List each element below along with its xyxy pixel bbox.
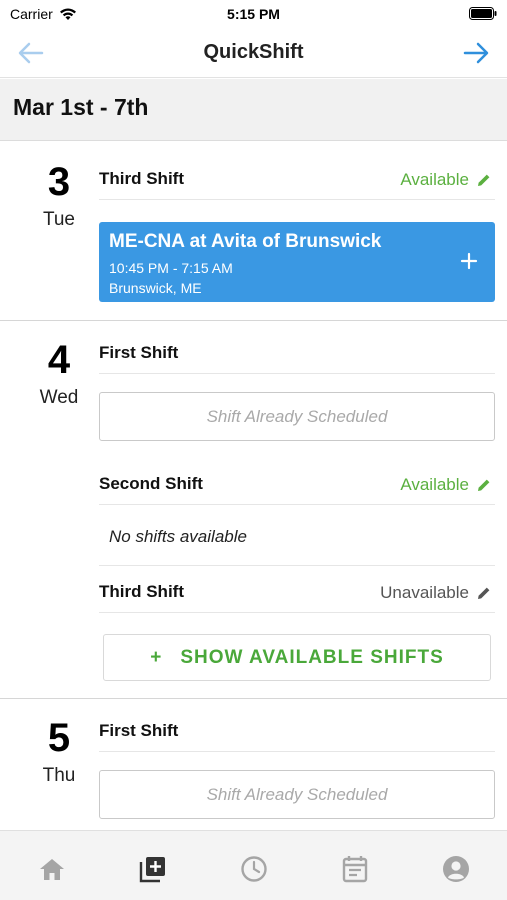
tab-bar — [0, 830, 507, 900]
add-shift-icon — [139, 857, 165, 883]
tab-history[interactable] — [238, 853, 270, 885]
home-icon — [40, 859, 64, 880]
account-icon — [443, 856, 469, 882]
availability-label: Available — [400, 475, 469, 494]
battery-icon — [469, 7, 497, 20]
job-card[interactable]: ME-CNA at Avita of Brunswick 10:45 PM - … — [99, 222, 495, 302]
shift-row: Second Shift Available — [99, 465, 495, 505]
scheduled-notice: Shift Already Scheduled — [99, 770, 495, 819]
status-bar: Carrier 5:15 PM — [0, 0, 507, 28]
no-shifts-label: No shifts available — [109, 527, 247, 546]
pencil-icon — [478, 174, 490, 186]
availability-toggle[interactable]: Available — [400, 475, 491, 495]
day-section: 4 Wed First Shift Shift Already Schedule… — [0, 321, 507, 699]
scheduled-notice: Shift Already Scheduled — [99, 392, 495, 441]
availability-toggle[interactable]: Available — [400, 170, 491, 190]
shift-row: First Shift — [99, 334, 495, 374]
tab-account[interactable] — [440, 853, 472, 885]
availability-toggle[interactable]: Unavailable — [380, 583, 491, 603]
calendar-icon — [342, 856, 368, 883]
day-section: 5 Thu First Shift Shift Already Schedule… — [0, 699, 507, 830]
plus-icon: + — [150, 647, 163, 668]
page-title: QuickShift — [203, 41, 304, 63]
week-header: Mar 1st - 7th — [0, 79, 507, 141]
shift-name: First Shift — [99, 721, 179, 740]
tab-add-shift[interactable] — [137, 853, 169, 885]
clock-icon — [241, 856, 267, 882]
tab-schedule[interactable] — [339, 853, 371, 885]
pencil-icon — [478, 587, 490, 599]
forward-arrow-icon[interactable] — [461, 40, 491, 66]
shift-name: Third Shift — [99, 582, 184, 601]
plus-icon[interactable] — [457, 249, 481, 273]
shift-row: First Shift — [99, 712, 495, 752]
no-shifts-message: No shifts available — [99, 506, 495, 566]
status-time: 5:15 PM — [227, 6, 280, 22]
week-range: Mar 1st - 7th — [13, 94, 149, 120]
job-location: Brunswick, ME — [109, 280, 202, 296]
shift-row: Third Shift Unavailable — [99, 573, 495, 613]
shift-name: Third Shift — [99, 169, 184, 188]
availability-label: Unavailable — [380, 583, 469, 602]
nav-bar: QuickShift — [0, 28, 507, 78]
shift-row: Third Shift Available — [99, 160, 495, 200]
tab-home[interactable] — [36, 853, 68, 885]
day-section: 3 Tue Third Shift Available ME-CNA at Av… — [0, 142, 507, 321]
show-available-shifts-button[interactable]: + SHOW AVAILABLE SHIFTS — [103, 634, 491, 681]
pencil-icon — [478, 479, 490, 491]
job-time: 10:45 PM - 7:15 AM — [109, 260, 233, 276]
shift-name: Second Shift — [99, 474, 203, 493]
job-title: ME-CNA at Avita of Brunswick — [109, 231, 382, 252]
show-available-shifts-label: SHOW AVAILABLE SHIFTS — [180, 647, 444, 668]
availability-label: Available — [400, 170, 469, 189]
shift-name: First Shift — [99, 343, 179, 362]
